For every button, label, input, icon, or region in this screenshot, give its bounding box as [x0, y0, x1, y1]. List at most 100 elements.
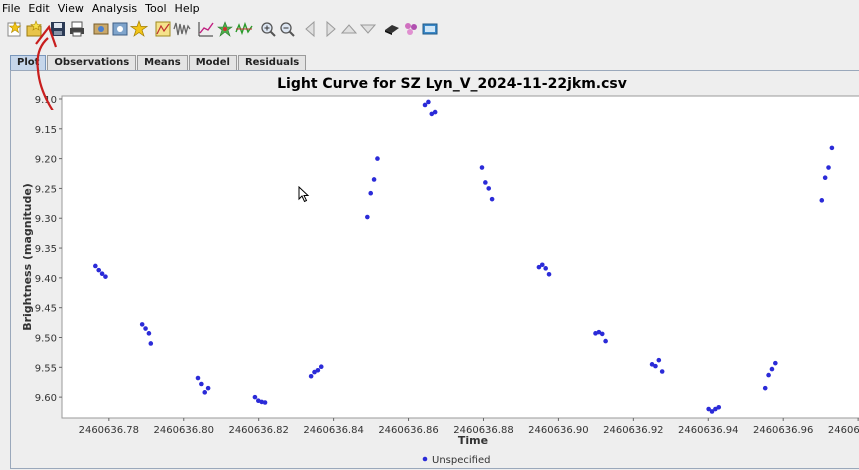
down-icon: [359, 24, 377, 34]
tools-icon: [405, 23, 417, 35]
mouse-cursor-icon: [298, 186, 310, 203]
menu-tool[interactable]: Tool: [143, 0, 172, 17]
y-tick-label: 9.15: [35, 125, 57, 136]
x-tick-label: 2460636.98: [828, 425, 859, 436]
info-button[interactable]: [421, 20, 439, 38]
x-tick-label: 2460636.90: [528, 425, 588, 436]
data-point: [146, 331, 152, 336]
y-tick-label: 9.50: [35, 334, 57, 345]
y-tick-label: 9.10: [35, 95, 57, 106]
save-icon: [51, 22, 65, 36]
legend-label: Unspecified: [432, 455, 490, 466]
plot-panel: Light Curve for SZ Lyn_V_2024-11-22jkm.c…: [10, 70, 859, 469]
data-point: [252, 394, 258, 400]
plugin-button[interactable]: [383, 20, 401, 38]
y-tick-label: 9.55: [35, 363, 57, 374]
data-point: [315, 367, 321, 373]
data-point: [769, 366, 775, 372]
new-star-button[interactable]: [6, 20, 24, 38]
y-tick-label: 9.45: [35, 304, 57, 315]
back-button[interactable]: [302, 20, 320, 38]
zoom-out-button[interactable]: [278, 20, 296, 38]
menu-file[interactable]: File: [0, 0, 26, 17]
info-icon: [422, 23, 438, 35]
menu-edit[interactable]: Edit: [26, 0, 55, 17]
plugin-icon: [385, 25, 399, 35]
data-point: [318, 364, 324, 370]
open-star-button[interactable]: [25, 20, 43, 38]
plot-area: [61, 95, 859, 419]
menu-analysis[interactable]: Analysis: [90, 0, 143, 17]
tab-pane: Plot Observations Means Model Residuals Ligh…: [10, 55, 859, 469]
light-curve-chart[interactable]: Light Curve for SZ Lyn_V_2024-11-22jkm.c…: [11, 71, 859, 470]
tab-strip: Plot Observations Means Model Residuals: [10, 55, 307, 70]
forward-button[interactable]: [321, 20, 339, 38]
y-tick-label: 9.40: [35, 274, 57, 285]
save-button[interactable]: [49, 20, 67, 38]
data-point: [432, 109, 438, 115]
data-point: [96, 267, 102, 273]
menu-help[interactable]: Help: [173, 0, 206, 17]
data-point: [716, 404, 722, 410]
residual-icon: [235, 21, 253, 36]
y-tick-label: 9.20: [35, 155, 57, 166]
tab-means[interactable]: Means: [137, 55, 188, 70]
data-point: [103, 274, 108, 279]
menu-bar: File Edit View Analysis Tool Help: [0, 0, 859, 17]
menu-view[interactable]: View: [56, 0, 90, 17]
x-tick-label: 2460636.96: [753, 425, 813, 436]
star-button[interactable]: [130, 20, 148, 38]
phase-plot-button[interactable]: [154, 20, 172, 38]
data-point: [262, 400, 268, 405]
x-tick-label: 2460636.94: [678, 425, 738, 436]
data-point: [829, 145, 835, 151]
tools-button[interactable]: [402, 20, 420, 38]
y-tick-label: 9.25: [35, 184, 57, 195]
data-point: [489, 196, 495, 202]
model-button[interactable]: [216, 20, 234, 38]
plot-graph-button[interactable]: [197, 20, 215, 38]
data-point: [426, 99, 431, 105]
chart-title: Light Curve for SZ Lyn_V_2024-11-22jkm.c…: [277, 76, 627, 92]
legend-marker: [422, 456, 428, 462]
data-point: [308, 373, 314, 379]
back-icon: [305, 20, 315, 38]
data-point: [368, 190, 374, 196]
plot-graph-icon: [198, 22, 214, 37]
data-point: [819, 198, 825, 203]
data-point: [822, 175, 828, 180]
zoom-in-button[interactable]: [259, 20, 277, 38]
star-icon: [130, 20, 148, 37]
zoom-in-icon: [261, 22, 276, 37]
residual-button[interactable]: [235, 20, 253, 38]
data-point: [659, 369, 665, 374]
waveform-button[interactable]: [173, 20, 191, 38]
y-axis-label: Brightness (magnitude): [21, 183, 34, 331]
zoom-out-icon: [280, 22, 295, 37]
y-tick-label: 9.35: [35, 244, 57, 255]
settings-button[interactable]: [92, 20, 110, 38]
data-point: [653, 363, 658, 369]
tab-plot[interactable]: Plot: [10, 55, 47, 70]
data-point: [93, 263, 98, 269]
waveform-icon: [173, 22, 191, 36]
tab-model[interactable]: Model: [188, 55, 237, 70]
data-point: [773, 360, 778, 366]
data-point: [762, 385, 768, 391]
model-icon: [217, 21, 233, 37]
x-tick-label: 2460636.92: [603, 425, 663, 436]
data-point: [599, 331, 605, 337]
up-button[interactable]: [340, 20, 358, 38]
data-point: [656, 357, 662, 363]
data-point: [543, 266, 548, 271]
toolbar: [0, 17, 859, 41]
print-icon: [70, 21, 84, 37]
x-tick-label: 2460636.82: [228, 425, 288, 436]
print-button[interactable]: [68, 20, 86, 38]
down-button[interactable]: [359, 20, 377, 38]
tab-residuals[interactable]: Residuals: [237, 55, 307, 70]
data-point: [546, 271, 552, 277]
tab-observations[interactable]: Observations: [47, 55, 137, 70]
data-point: [375, 156, 380, 161]
find-button[interactable]: [111, 20, 129, 38]
